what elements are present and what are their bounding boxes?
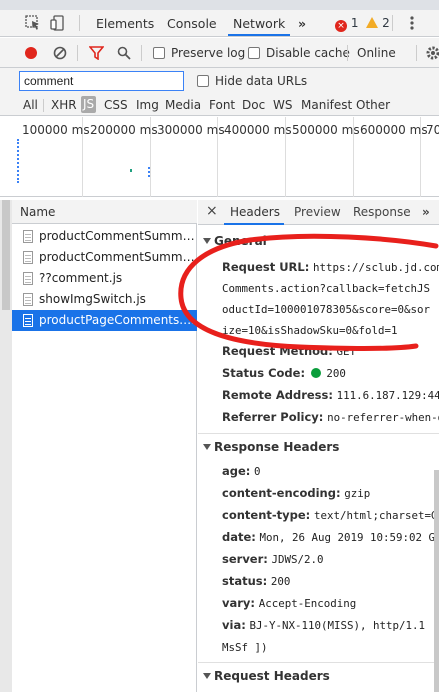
red-annotation-circle xyxy=(178,233,439,351)
